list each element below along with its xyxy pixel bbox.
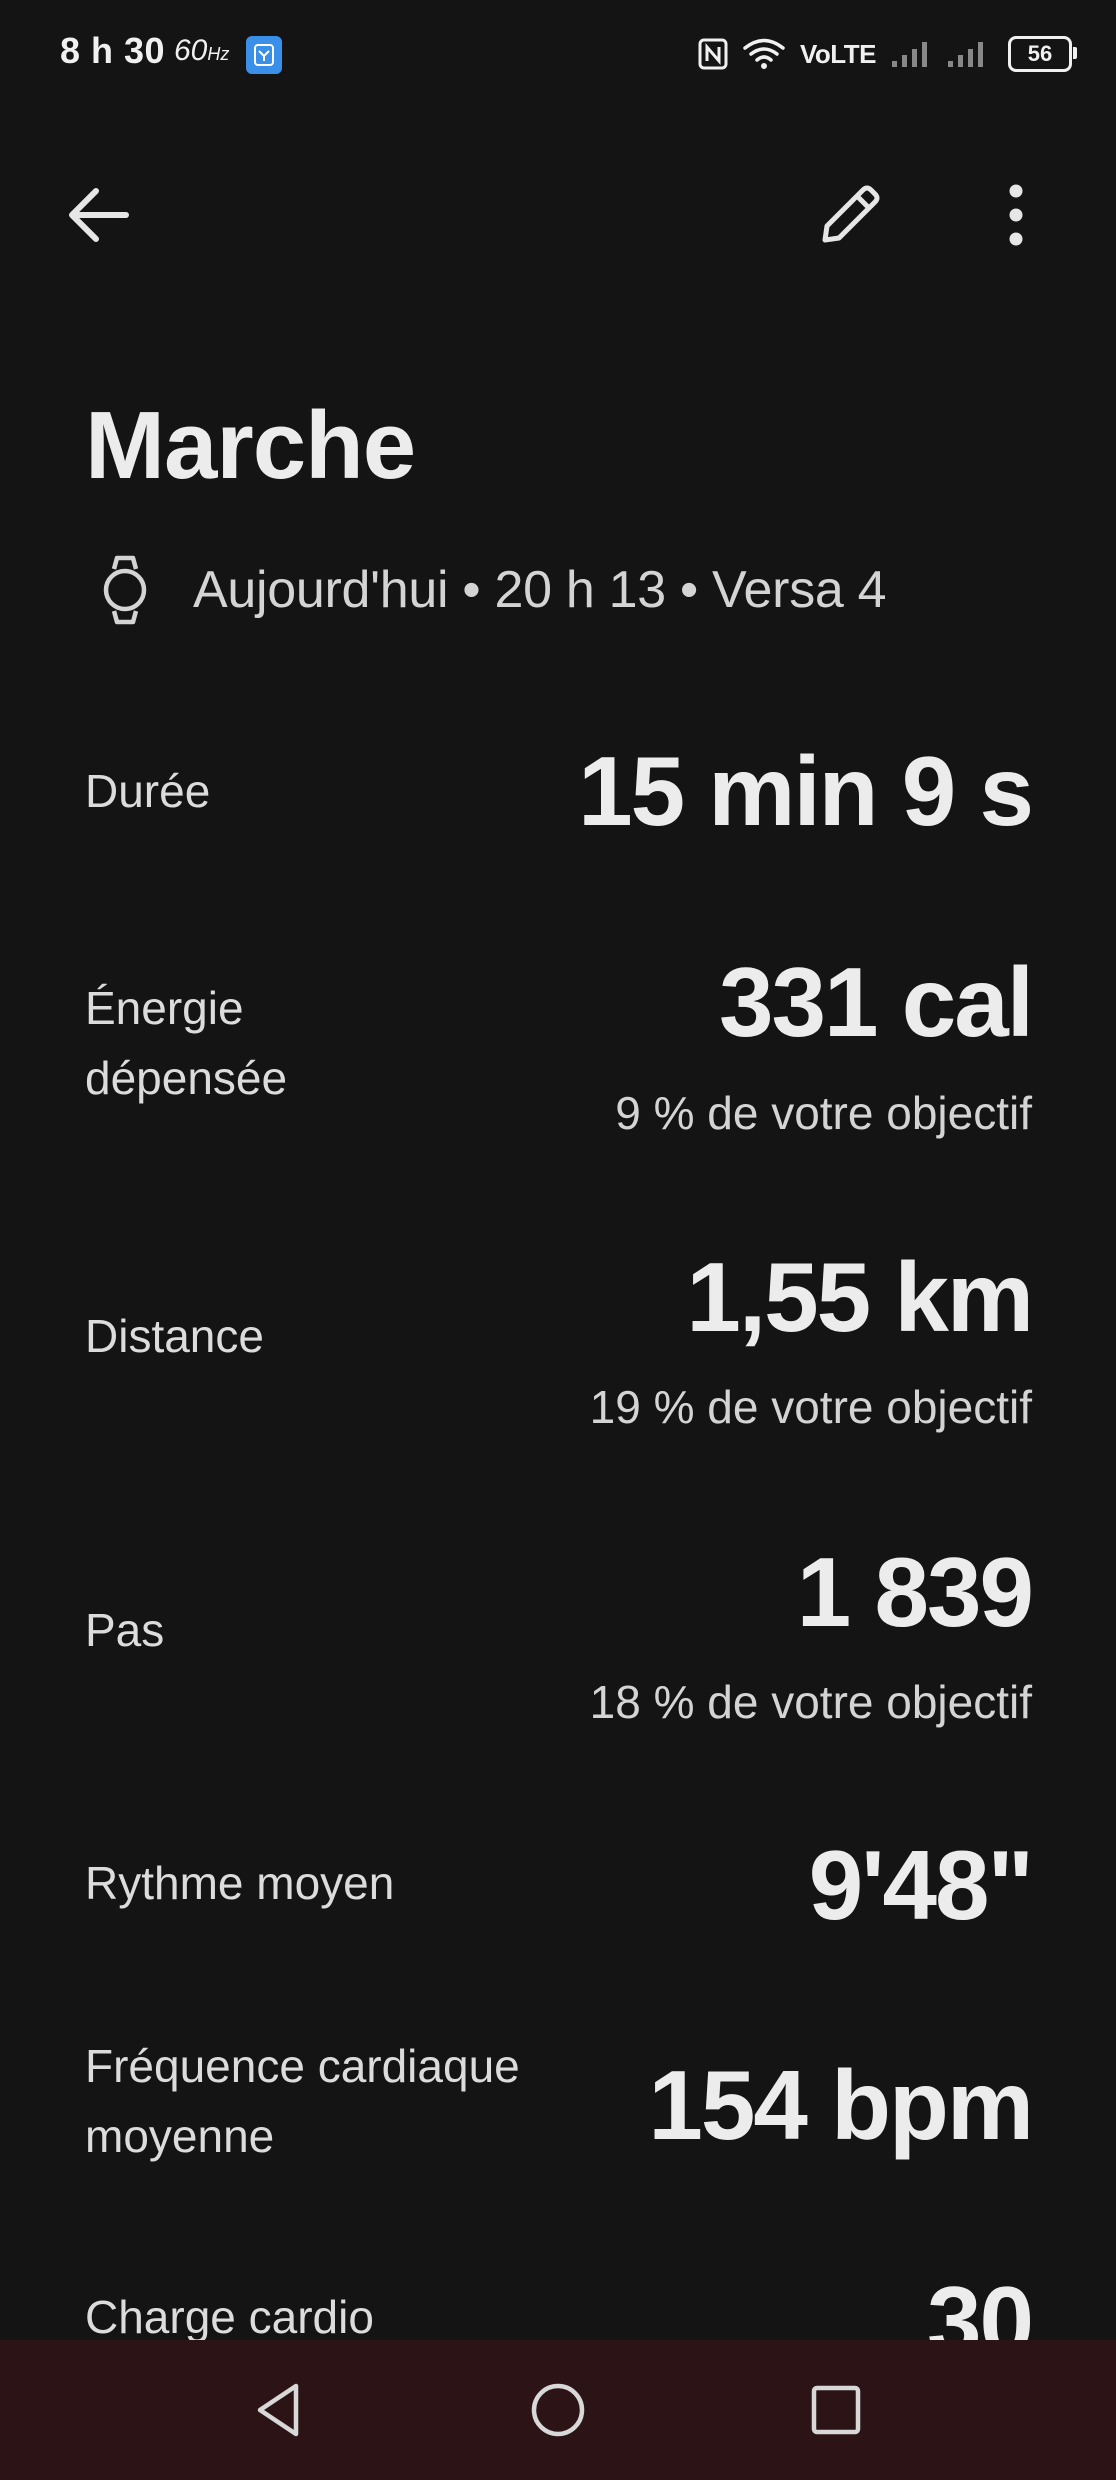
edit-button[interactable] xyxy=(810,175,890,255)
more-vert-icon xyxy=(1009,184,1023,246)
activity-source-row: Aujourd'hui • 20 h 13 • Versa 4 xyxy=(95,552,887,628)
nfc-icon xyxy=(698,38,728,70)
triangle-back-icon xyxy=(257,2383,299,2437)
activity-subtitle: Aujourd'hui • 20 h 13 • Versa 4 xyxy=(193,561,887,619)
signal-icon-sim2 xyxy=(946,39,988,69)
refresh-rate-unit: Hz xyxy=(207,44,230,64)
pencil-icon xyxy=(822,185,880,243)
metric-goal-energy: 9 % de votre objectif xyxy=(615,1087,1032,1139)
signal-icon-sim1 xyxy=(890,39,932,69)
status-time: 8 h 30 xyxy=(60,30,166,71)
status-icons: VoLTE 56 xyxy=(698,32,1077,76)
more-options-button[interactable] xyxy=(986,175,1046,255)
wifi-icon xyxy=(742,37,786,71)
status-bar: 8 h 30 60Hz VoLTE 56 xyxy=(0,0,1116,110)
metric-value-energy: 331 cal xyxy=(719,947,1034,1057)
metric-label-heart-rate: Fréquence cardiaque moyenne xyxy=(85,2040,520,2162)
refresh-rate-value: 60 xyxy=(174,34,208,67)
battery-level: 56 xyxy=(1027,41,1053,66)
arrow-back-icon xyxy=(69,188,129,242)
metric-goal-distance: 19 % de votre objectif xyxy=(589,1381,1032,1433)
circle-home-icon xyxy=(531,2383,585,2437)
metric-label-distance: Distance xyxy=(85,1310,264,1362)
metric-label-pace: Rythme moyen xyxy=(85,1857,395,1909)
page-title: Marche xyxy=(85,392,416,499)
volte-label: VoLTE xyxy=(800,38,876,69)
refresh-rate-indicator: 60Hz xyxy=(174,34,229,68)
metric-label-duration: Durée xyxy=(85,765,211,817)
nav-home-button[interactable] xyxy=(520,2375,596,2445)
nav-recents-button[interactable] xyxy=(798,2375,874,2445)
app-bar xyxy=(0,150,1116,270)
metric-value-pace: 9'48" xyxy=(808,1830,1034,1940)
notification-app-icon xyxy=(246,36,282,74)
square-recents-icon xyxy=(811,2385,861,2435)
metric-value-distance: 1,55 km xyxy=(686,1242,1034,1352)
back-button[interactable] xyxy=(60,180,136,250)
watch-icon xyxy=(95,555,155,625)
metric-value-steps: 1 839 xyxy=(796,1537,1034,1647)
system-nav-bar xyxy=(0,2340,1116,2480)
battery-icon: 56 xyxy=(1008,36,1077,72)
metric-value-duration: 15 min 9 s xyxy=(578,736,1034,846)
nav-back-button[interactable] xyxy=(240,2375,316,2445)
metric-label-energy: Énergie dépensée xyxy=(85,982,288,1104)
metric-label-steps: Pas xyxy=(85,1604,165,1656)
metric-goal-steps: 18 % de votre objectif xyxy=(589,1676,1032,1728)
metric-value-heart-rate: 154 bpm xyxy=(648,2050,1034,2160)
